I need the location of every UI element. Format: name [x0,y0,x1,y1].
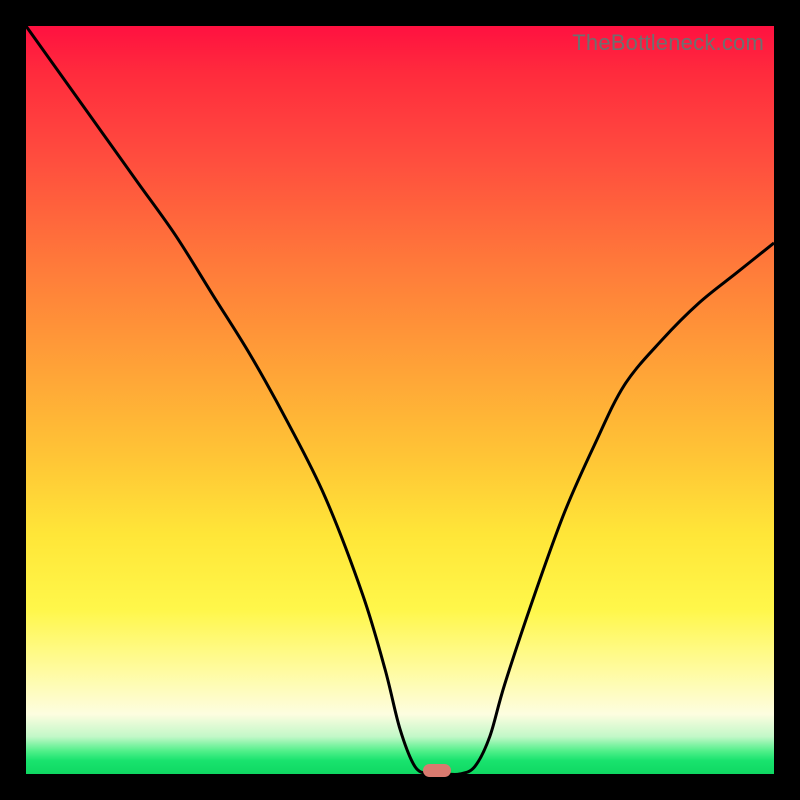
plot-area: TheBottleneck.com [26,26,774,774]
curve-path [26,26,774,775]
bottleneck-curve [26,26,774,774]
optimal-marker [423,764,451,777]
chart-frame: TheBottleneck.com [0,0,800,800]
